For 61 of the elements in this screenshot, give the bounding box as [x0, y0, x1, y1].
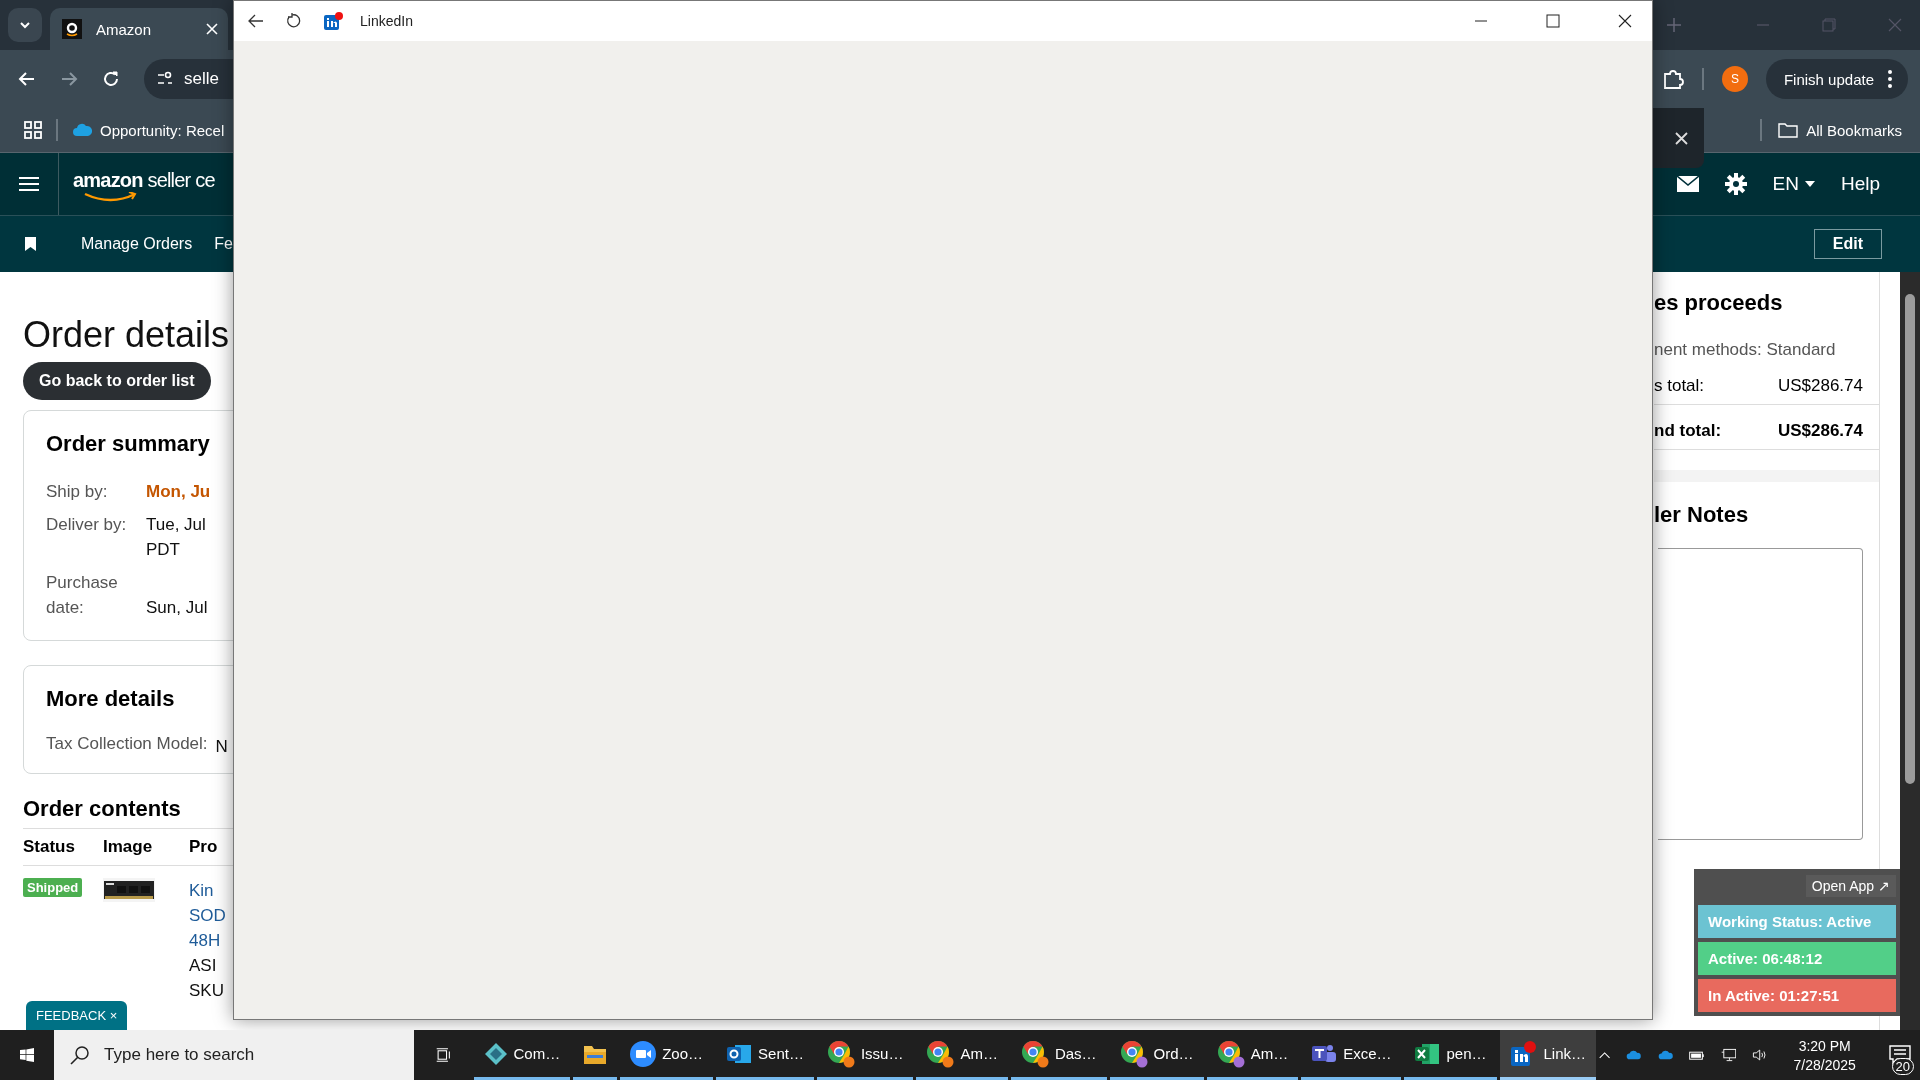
field-value: PDT — [146, 539, 181, 561]
window-title: LinkedIn — [360, 13, 413, 29]
notifications-button[interactable]: 20 — [1885, 1035, 1914, 1075]
taskbar-app[interactable]: Link… — [1499, 1030, 1597, 1080]
browser-tab[interactable]: Amazon — [50, 8, 228, 50]
help-link[interactable]: Help — [1840, 173, 1880, 195]
search-field[interactable]: Type here to search — [54, 1030, 415, 1080]
clock[interactable]: 3:20 PM 7/28/2025 — [1793, 1037, 1856, 1073]
card-title: ler Notes — [1654, 502, 1750, 528]
field-value: Tue, Jul — [146, 514, 206, 536]
finish-update-button[interactable]: Finish update — [1765, 59, 1908, 99]
field-value: N — [215, 736, 228, 758]
status-bar: Active: 06:48:12 — [1698, 942, 1896, 975]
product-detail: SKU — [189, 980, 225, 1002]
seller-central-logo[interactable]: amazon seller ce — [73, 168, 215, 200]
product-link[interactable]: SOD — [189, 903, 234, 928]
nav-link[interactable]: Fe — [214, 235, 233, 253]
nav-link[interactable]: Manage Orders — [81, 235, 193, 253]
taskbar-app[interactable]: Zoo… — [620, 1030, 714, 1080]
total-value: US$286.74 — [1777, 421, 1863, 441]
back-button[interactable]: Go back to order list — [23, 362, 211, 400]
product-link[interactable]: Kin — [189, 878, 234, 903]
field-label: Purchase date: — [46, 572, 119, 619]
field-label: Ship by: — [46, 481, 109, 503]
taskbar-app[interactable]: Issu… — [816, 1030, 914, 1080]
status-badge: Shipped — [23, 878, 83, 897]
feedback-tab[interactable]: FEEDBACK × — [26, 1001, 128, 1030]
product-detail: ASI — [189, 955, 218, 977]
taskbar-app[interactable]: Am… — [1206, 1030, 1299, 1080]
tab-title: Amazon — [96, 20, 153, 38]
taskbar-app[interactable]: Am… — [916, 1030, 1008, 1080]
column-header: Status — [23, 837, 76, 857]
page-title: Order details — [23, 314, 231, 356]
address-bar[interactable]: selle — [144, 59, 236, 99]
field-label: Deliver by: — [46, 514, 128, 536]
payment-methods: nent methods: Standard — [1654, 340, 1837, 360]
taskbar-app[interactable]: Ord… — [1109, 1030, 1204, 1080]
card-title: Order summary — [46, 431, 211, 457]
taskbar-app[interactable]: Exce… — [1301, 1030, 1402, 1080]
all-bookmarks-button[interactable]: All Bookmarks — [1778, 121, 1902, 139]
field-value: Sun, Jul — [146, 597, 208, 619]
column-header: Pro — [189, 837, 219, 857]
total-label: s total: — [1654, 376, 1705, 396]
card-title: More details — [46, 686, 176, 712]
open-app-button[interactable]: Open App ↗ — [1805, 875, 1896, 897]
field-value: Mon, Ju — [146, 481, 211, 503]
status-bar: In Active: 01:27:51 — [1698, 979, 1896, 1012]
product-link[interactable]: 48H — [189, 928, 234, 953]
field-label: Tax Collection Model: — [46, 734, 208, 755]
total-label: nd total: — [1654, 421, 1722, 441]
total-value: US$286.74 — [1777, 376, 1863, 396]
taskbar-app[interactable]: pen… — [1404, 1030, 1497, 1080]
taskbar-app[interactable]: Com… — [473, 1030, 571, 1080]
column-header: Image — [103, 837, 154, 857]
edit-button[interactable]: Edit — [1813, 229, 1882, 259]
taskbar-app[interactable]: Das… — [1010, 1030, 1107, 1080]
language-selector[interactable]: EN — [1772, 173, 1815, 195]
taskbar-app[interactable]: Sent… — [716, 1030, 814, 1080]
bookmark[interactable]: Opportunity: Recel — [72, 121, 225, 139]
card-title: es proceeds — [1654, 290, 1784, 316]
status-bar: Working Status: Active — [1698, 905, 1896, 938]
